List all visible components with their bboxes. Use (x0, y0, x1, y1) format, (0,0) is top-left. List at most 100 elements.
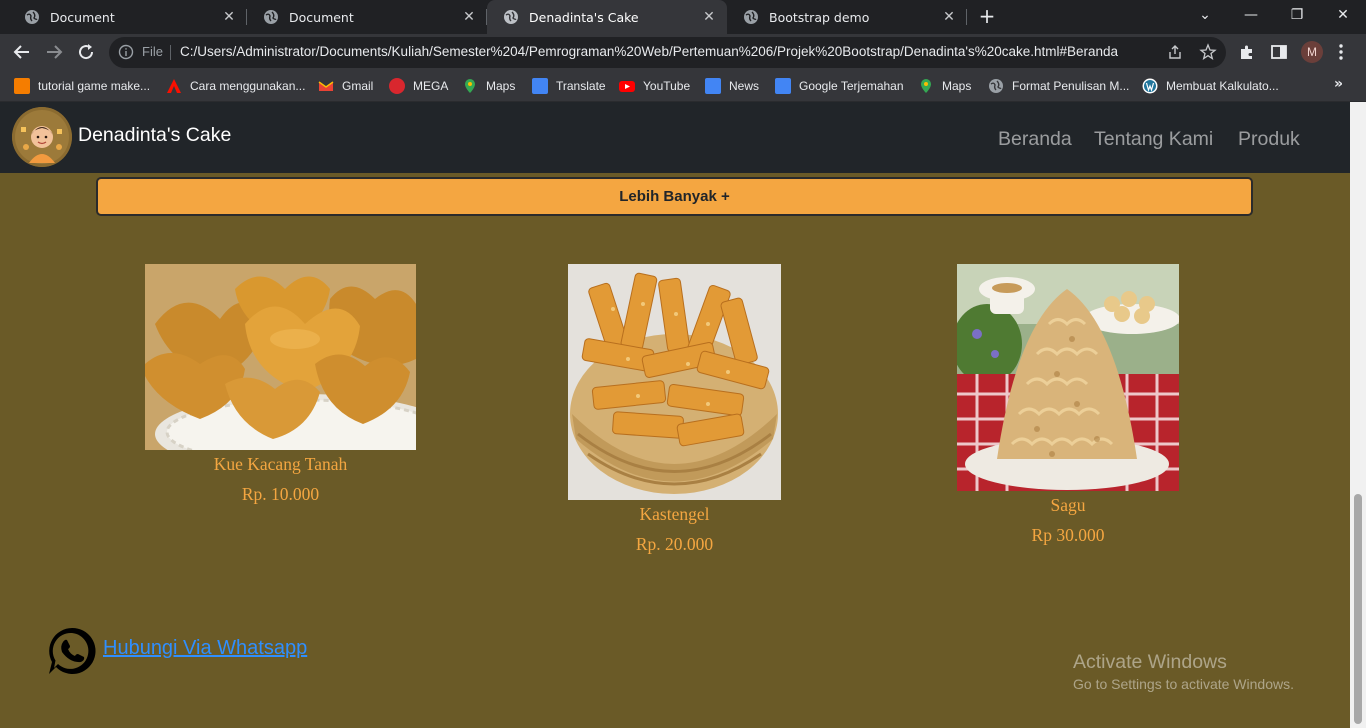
adobe-icon (167, 79, 181, 93)
youtube-icon (619, 81, 635, 92)
close-tab-icon[interactable]: ✕ (701, 9, 717, 25)
product-price: Rp. 20.000 (635, 534, 714, 554)
bookmark-label: Membuat Kalkulato... (1166, 79, 1279, 93)
product-image-kastengel[interactable] (568, 264, 781, 500)
bookmark-item[interactable]: Google Terjemahan (775, 77, 904, 95)
browser-tab-strip: Document ✕ Document ✕ Denadinta's Cake ✕… (0, 0, 1366, 34)
bookmark-label: Maps (942, 79, 972, 93)
bookmark-item[interactable]: YouTube (619, 77, 690, 95)
bookmark-label: Gmail (342, 79, 374, 93)
product-name: Kue Kacang Tanah (213, 454, 348, 474)
bookmark-item[interactable]: News (705, 77, 759, 95)
globe-icon (989, 79, 1003, 93)
bookmark-label: Cara menggunakan... (190, 79, 306, 93)
page-viewport: Denadinta's Cake Beranda Tentang Kami Pr… (0, 102, 1350, 728)
new-tab-button[interactable]: + (975, 5, 999, 29)
bookmark-item[interactable]: tutorial game make... (14, 77, 150, 95)
brand-logo[interactable] (12, 107, 72, 167)
activate-windows-title: Activate Windows (1073, 651, 1227, 673)
extensions-puzzle-icon[interactable] (1238, 43, 1256, 61)
gmail-icon (318, 81, 334, 91)
tab-title: Denadinta's Cake (529, 9, 639, 25)
mega-icon (389, 78, 405, 94)
globe-icon (25, 10, 39, 24)
close-window-icon[interactable]: ✕ (1320, 0, 1366, 30)
back-arrow-icon[interactable] (10, 40, 34, 64)
activate-windows-subtitle: Go to Settings to activate Windows. (1073, 676, 1294, 692)
news-icon (705, 78, 721, 94)
minimize-icon[interactable]: — (1228, 0, 1274, 30)
product-card: Kastengel Rp. 20.000 (568, 264, 781, 555)
bookmark-star-icon[interactable] (1199, 43, 1217, 61)
bookmarks-overflow-icon[interactable]: » (1334, 76, 1343, 92)
tab-title: Document (289, 9, 354, 25)
product-card: Sagu Rp 30.000 (957, 264, 1179, 546)
bookmark-item[interactable]: Gmail (318, 77, 373, 95)
tab-title: Document (50, 9, 115, 25)
globe-icon (264, 10, 278, 24)
product-price: Rp 30.000 (1031, 525, 1105, 545)
tab-title: Bootstrap demo (769, 9, 870, 25)
bookmark-item[interactable]: Maps (918, 77, 971, 95)
product-name: Sagu (1050, 495, 1086, 515)
scheme-label: File (142, 44, 163, 59)
brand-name[interactable]: Denadinta's Cake (78, 124, 231, 147)
menu-kebab-icon[interactable] (1338, 43, 1344, 61)
forward-arrow-icon[interactable] (42, 40, 66, 64)
page-scrollbar[interactable] (1350, 102, 1366, 728)
url-text[interactable]: C:/Users/Administrator/Documents/Kuliah/… (180, 44, 1118, 59)
scrollbar-thumb[interactable] (1354, 494, 1362, 724)
address-bar[interactable]: File C:/Users/Administrator/Documents/Ku… (109, 37, 1226, 68)
bookmark-item[interactable]: Cara menggunakan... (166, 77, 305, 95)
bookmark-item[interactable]: MEGA (389, 77, 448, 95)
bookmark-label: Format Penulisan M... (1012, 79, 1130, 93)
whatsapp-contact-link[interactable]: Hubungi Via Whatsapp (103, 637, 307, 660)
bookmark-item[interactable]: Translate (532, 77, 606, 95)
translate-icon (775, 78, 791, 94)
info-icon[interactable] (118, 44, 134, 60)
close-tab-icon[interactable]: ✕ (461, 9, 477, 25)
translate-icon (532, 78, 548, 94)
globe-icon (504, 10, 518, 24)
browser-tab[interactable]: Document ✕ (247, 0, 487, 34)
nav-link-tentang-kami[interactable]: Tentang Kami (1094, 128, 1213, 151)
bookmark-label: MEGA (413, 79, 449, 93)
browser-tab-active[interactable]: Denadinta's Cake ✕ (487, 0, 727, 34)
bookmark-label: Maps (486, 79, 516, 93)
globe-icon (744, 10, 758, 24)
reload-icon[interactable] (74, 40, 98, 64)
baker-logo-icon (12, 107, 72, 167)
bookmark-item[interactable]: Format Penulisan M... (988, 77, 1129, 95)
site-navbar: Denadinta's Cake Beranda Tentang Kami Pr… (0, 102, 1350, 173)
restore-icon[interactable]: ❐ (1274, 0, 1320, 30)
profile-avatar[interactable]: M (1301, 41, 1323, 63)
maps-icon (921, 79, 931, 93)
product-card: Kue Kacang Tanah Rp. 10.000 (145, 264, 416, 505)
product-image-sagu[interactable] (957, 264, 1179, 491)
omnibox-divider (170, 45, 171, 60)
bookmark-label: YouTube (643, 79, 691, 93)
product-name: Kastengel (639, 504, 710, 524)
nav-link-produk[interactable]: Produk (1238, 128, 1300, 151)
maps-icon (465, 79, 475, 93)
browser-tab[interactable]: Document ✕ (8, 0, 247, 34)
close-tab-icon[interactable]: ✕ (941, 9, 957, 25)
bookmark-label: News (729, 79, 760, 93)
product-price: Rp. 10.000 (241, 484, 320, 504)
bookmark-label: tutorial game make... (38, 79, 151, 93)
browser-tab[interactable]: Bootstrap demo ✕ (727, 0, 967, 34)
bookmark-item[interactable]: Maps (462, 77, 515, 95)
close-tab-icon[interactable]: ✕ (221, 9, 237, 25)
bookmark-label: Google Terjemahan (799, 79, 904, 93)
side-panel-icon[interactable] (1270, 43, 1288, 61)
more-button[interactable]: Lebih Banyak + (96, 177, 1253, 216)
browser-toolbar: File C:/Users/Administrator/Documents/Ku… (0, 34, 1366, 71)
share-icon[interactable] (1167, 44, 1183, 60)
nav-link-beranda[interactable]: Beranda (998, 128, 1072, 151)
bookmark-label: Translate (556, 79, 606, 93)
bookmark-item[interactable]: Membuat Kalkulato... (1142, 77, 1279, 95)
blogger-icon (14, 78, 30, 94)
whatsapp-icon[interactable] (46, 625, 98, 677)
tab-search-icon[interactable]: ⌄ (1182, 0, 1228, 30)
product-image-kue-kacang-tanah[interactable] (145, 264, 416, 450)
